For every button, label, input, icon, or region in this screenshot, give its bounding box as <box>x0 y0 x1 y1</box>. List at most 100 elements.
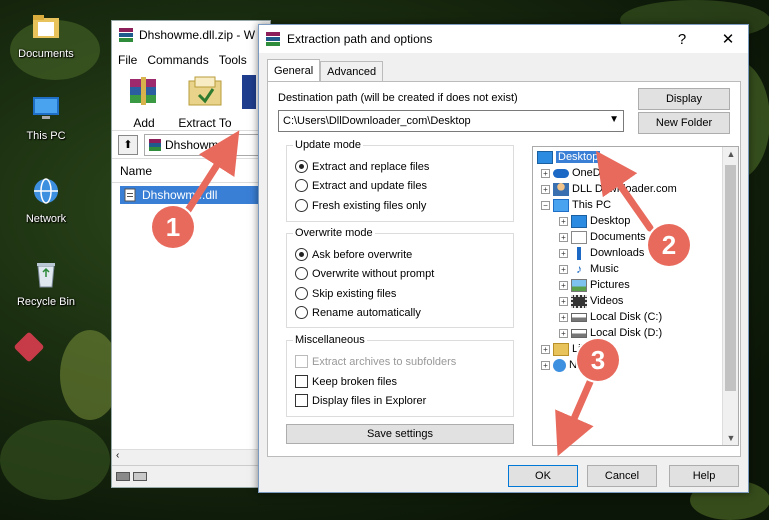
tree-vertical-scrollbar[interactable]: ▲ ▼ <box>722 147 738 445</box>
scroll-up-arrow-icon[interactable]: ▲ <box>723 149 738 159</box>
help-title-button[interactable]: ? <box>662 31 702 48</box>
film-icon <box>571 294 587 308</box>
tree-item-videos[interactable]: + Videos <box>559 293 623 309</box>
menu-commands[interactable]: Commands <box>147 53 208 67</box>
expand-icon[interactable]: + <box>559 328 568 338</box>
column-header-name[interactable]: Name <box>112 159 270 183</box>
desktop-icon-this-pc[interactable]: This PC <box>6 92 86 142</box>
option-label: Extract archives to subfolders <box>312 355 457 368</box>
test-icon <box>242 75 256 109</box>
miscellaneous-group: Miscellaneous Extract archives to subfol… <box>286 334 514 417</box>
tree-item-music[interactable]: + ♪ Music <box>559 261 619 277</box>
check-keep-broken-files[interactable]: Keep broken files <box>295 375 397 388</box>
check-display-in-explorer[interactable]: Display files in Explorer <box>295 394 426 407</box>
tree-item-label: Videos <box>590 295 624 307</box>
tree-item-this-pc[interactable]: − This PC <box>541 197 611 213</box>
desktop-icon-documents[interactable]: Documents <box>6 10 86 60</box>
expand-icon[interactable]: + <box>541 168 550 178</box>
tree-item-onedrive[interactable]: + OneDrive <box>541 165 618 181</box>
tree-item-documents[interactable]: + Documents <box>559 229 646 245</box>
new-folder-button[interactable]: New Folder <box>638 112 730 134</box>
tree-item-local-disk-d[interactable]: + Local Disk (D:) <box>559 325 662 341</box>
extract-to-button[interactable]: Extract To <box>176 75 234 130</box>
cancel-button[interactable]: Cancel <box>587 465 657 487</box>
check-extract-to-subfolders: Extract archives to subfolders <box>295 355 456 368</box>
radio-button-icon <box>295 306 308 319</box>
tree-item-label: Local Disk (C:) <box>590 311 663 323</box>
tree-item-label: DLL Downloader.com <box>572 183 677 195</box>
music-note-icon: ♪ <box>576 261 582 276</box>
winrar-title-bar: Dhshowme.dll.zip - W <box>112 21 270 49</box>
expand-icon[interactable]: + <box>559 248 568 258</box>
scroll-down-arrow-icon[interactable]: ▼ <box>723 433 738 443</box>
radio-extract-and-replace[interactable]: Extract and replace files <box>295 160 429 173</box>
hard-drive-icon <box>571 312 587 322</box>
expand-icon[interactable]: + <box>559 296 568 306</box>
tree-item-local-disk-c[interactable]: + Local Disk (C:) <box>559 309 662 325</box>
pictures-icon <box>571 278 587 292</box>
winrar-title-text: Dhshowme.dll.zip - W <box>139 28 256 42</box>
expand-icon[interactable]: + <box>541 360 550 370</box>
update-mode-title: Update mode <box>293 139 364 151</box>
expand-icon[interactable]: + <box>559 264 568 274</box>
radio-skip-existing[interactable]: Skip existing files <box>295 287 396 300</box>
download-arrow-icon <box>571 246 587 260</box>
tree-item-downloads[interactable]: + Downloads <box>559 245 644 261</box>
radio-button-icon <box>295 179 308 192</box>
up-folder-button[interactable]: ⬆ <box>118 134 138 155</box>
scrollbar-thumb[interactable] <box>725 165 736 391</box>
tab-general[interactable]: General <box>267 59 321 81</box>
expand-icon[interactable]: + <box>559 232 568 242</box>
destination-path-combo[interactable]: C:\Users\DllDownloader_com\Desktop ▼ <box>278 110 624 132</box>
documents-icon <box>571 230 587 244</box>
desktop-icon-label: Documents <box>18 48 74 60</box>
radio-extract-and-update[interactable]: Extract and update files <box>295 179 427 192</box>
tree-item-desktop-root[interactable]: Desktop <box>537 149 601 165</box>
tree-item-pictures[interactable]: + Pictures <box>559 277 630 293</box>
menu-tools[interactable]: Tools <box>219 53 247 67</box>
radio-ask-before-overwrite[interactable]: Ask before overwrite <box>295 248 412 261</box>
collapse-icon[interactable]: − <box>541 200 550 210</box>
destination-path-label: Destination path (will be created if doe… <box>278 92 518 104</box>
winrar-window: Dhshowme.dll.zip - W File Commands Tools… <box>111 20 271 488</box>
tab-advanced[interactable]: Advanced <box>320 61 384 81</box>
radio-overwrite-without-prompt[interactable]: Overwrite without prompt <box>295 267 434 280</box>
expand-icon[interactable]: + <box>559 216 568 226</box>
desktop-icon-network[interactable]: Network <box>6 175 86 225</box>
desktop-icon-label: Network <box>25 213 67 225</box>
expand-icon[interactable]: + <box>559 312 568 322</box>
option-label: Display files in Explorer <box>312 394 427 407</box>
add-archive-icon <box>130 77 156 105</box>
expand-icon[interactable]: + <box>541 344 550 354</box>
close-icon[interactable]: ✕ <box>708 30 748 48</box>
desktop-icon-recycle-bin[interactable]: Recycle Bin <box>6 258 86 308</box>
archive-path-combo[interactable]: Dhshowme <box>144 133 270 156</box>
add-button[interactable]: Add <box>120 75 168 130</box>
save-settings-button[interactable]: Save settings <box>286 424 514 444</box>
option-label: Keep broken files <box>312 375 397 388</box>
help-button[interactable]: Help <box>669 465 739 487</box>
option-label: Ask before overwrite <box>312 248 413 261</box>
radio-fresh-existing[interactable]: Fresh existing files only <box>295 199 426 212</box>
winrar-logo-icon <box>119 28 133 42</box>
documents-folder-icon <box>33 15 59 38</box>
radio-rename-automatically[interactable]: Rename automatically <box>295 306 421 319</box>
expand-icon[interactable]: + <box>541 184 550 194</box>
winrar-pathbar: ⬆ Dhshowme <box>112 131 270 159</box>
tree-item-label: Pictures <box>590 279 630 291</box>
display-button[interactable]: Display <box>638 88 730 110</box>
chevron-down-icon[interactable]: ▼ <box>609 114 619 125</box>
tree-item-desktop[interactable]: + Desktop <box>559 213 630 229</box>
folder-tree[interactable]: Desktop + OneDrive + DLL Downloader.com … <box>532 146 739 446</box>
radio-button-icon <box>295 287 308 300</box>
step-badge-2: 2 <box>648 224 690 266</box>
menu-file[interactable]: File <box>118 53 137 67</box>
tree-item-dll-downloader[interactable]: + DLL Downloader.com <box>541 181 677 197</box>
tree-item-label: Desktop <box>590 215 631 227</box>
ok-button[interactable]: OK <box>508 465 578 487</box>
horizontal-scrollbar[interactable]: ‹ <box>112 449 270 465</box>
file-row-selected[interactable]: Dhshowme.dll <box>120 186 270 204</box>
expand-icon[interactable]: + <box>559 280 568 290</box>
desktop-folder-icon <box>571 214 587 228</box>
radio-button-icon <box>295 248 308 261</box>
